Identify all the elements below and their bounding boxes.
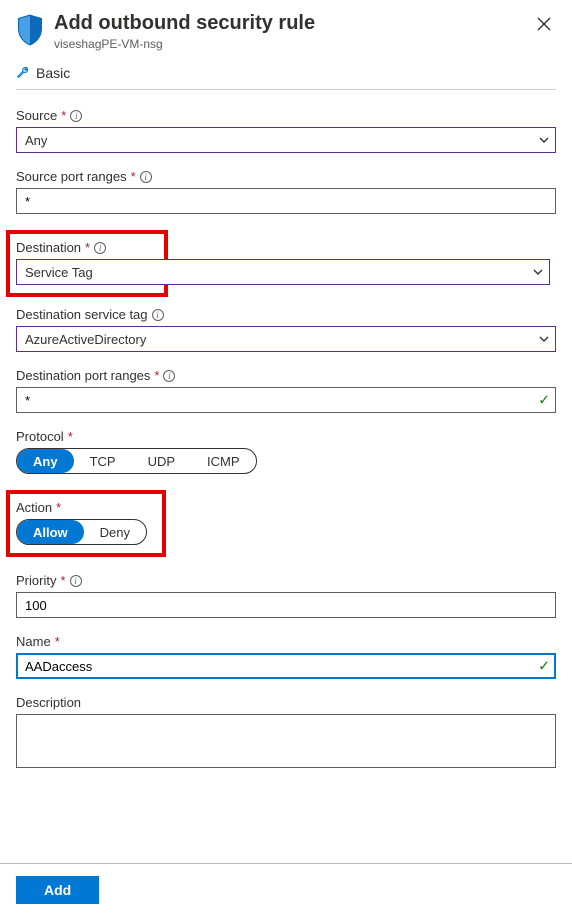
- protocol-option-udp[interactable]: UDP: [132, 449, 191, 473]
- action-option-allow[interactable]: Allow: [17, 520, 84, 544]
- destination-label: Destination: [16, 240, 81, 255]
- info-icon[interactable]: i: [94, 242, 106, 254]
- required-marker: *: [131, 169, 136, 184]
- required-marker: *: [56, 500, 61, 515]
- action-option-deny[interactable]: Deny: [84, 520, 146, 544]
- wrench-icon: [16, 66, 30, 80]
- protocol-option-any[interactable]: Any: [17, 449, 74, 473]
- shield-icon: [16, 14, 44, 46]
- protocol-group: Any TCP UDP ICMP: [16, 448, 257, 474]
- description-label: Description: [16, 695, 81, 710]
- basic-label: Basic: [36, 65, 70, 81]
- source-port-ranges-label: Source port ranges: [16, 169, 127, 184]
- destination-port-ranges-input[interactable]: [16, 387, 556, 413]
- required-marker: *: [60, 573, 65, 588]
- required-marker: *: [55, 634, 60, 649]
- name-label: Name: [16, 634, 51, 649]
- protocol-option-icmp[interactable]: ICMP: [191, 449, 256, 473]
- required-marker: *: [154, 368, 159, 383]
- source-select[interactable]: Any: [16, 127, 556, 153]
- info-icon[interactable]: i: [163, 370, 175, 382]
- required-marker: *: [61, 108, 66, 123]
- destination-service-tag-select[interactable]: AzureActiveDirectory: [16, 326, 556, 352]
- action-group: Allow Deny: [16, 519, 147, 545]
- name-input[interactable]: [16, 653, 556, 679]
- info-icon[interactable]: i: [140, 171, 152, 183]
- destination-service-tag-value: AzureActiveDirectory: [25, 332, 146, 347]
- action-label: Action: [16, 500, 52, 515]
- protocol-option-tcp[interactable]: TCP: [74, 449, 132, 473]
- description-input[interactable]: [16, 714, 556, 768]
- panel-title: Add outbound security rule: [54, 12, 522, 35]
- info-icon[interactable]: i: [70, 575, 82, 587]
- close-icon: [537, 17, 551, 31]
- destination-service-tag-label: Destination service tag: [16, 307, 148, 322]
- priority-input[interactable]: [16, 592, 556, 618]
- source-value: Any: [25, 133, 47, 148]
- close-button[interactable]: [532, 12, 556, 36]
- info-icon[interactable]: i: [70, 110, 82, 122]
- panel-subtitle: viseshagPE-VM-nsg: [54, 37, 522, 51]
- destination-value: Service Tag: [25, 265, 93, 280]
- destination-select[interactable]: Service Tag: [16, 259, 550, 285]
- priority-label: Priority: [16, 573, 56, 588]
- source-port-ranges-input[interactable]: [16, 188, 556, 214]
- protocol-label: Protocol: [16, 429, 64, 444]
- source-label: Source: [16, 108, 57, 123]
- add-button[interactable]: Add: [16, 876, 99, 904]
- info-icon[interactable]: i: [152, 309, 164, 321]
- required-marker: *: [68, 429, 73, 444]
- required-marker: *: [85, 240, 90, 255]
- destination-port-ranges-label: Destination port ranges: [16, 368, 150, 383]
- basic-toggle[interactable]: Basic: [16, 65, 556, 90]
